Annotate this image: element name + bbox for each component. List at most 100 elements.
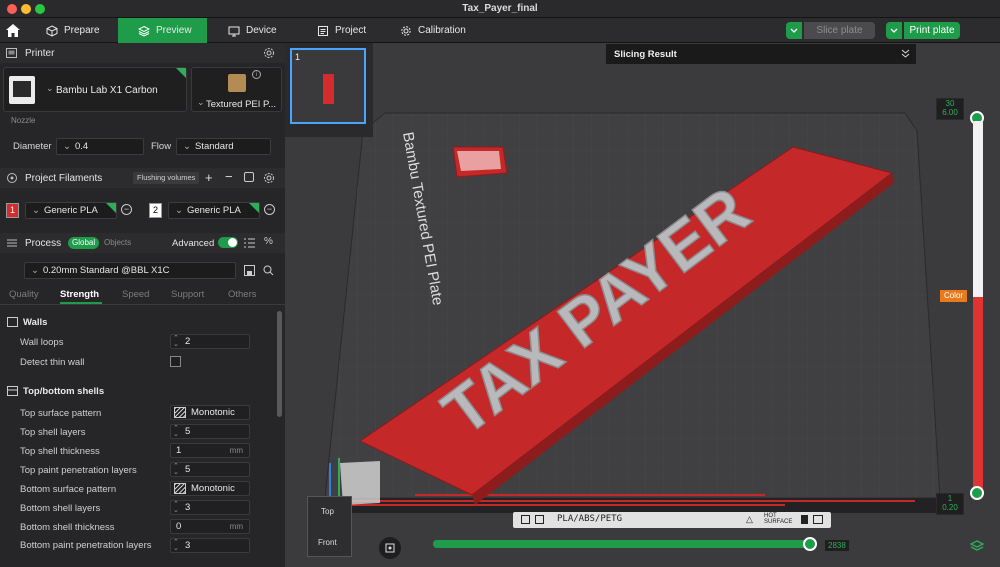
layer-slider-track[interactable]: [973, 121, 983, 497]
plate-number: 1: [295, 52, 301, 62]
shell-row-input[interactable]: Monotonic: [170, 481, 250, 496]
shell-row-input[interactable]: ⌃ ⌄ 3: [170, 538, 250, 553]
wall-loops-input[interactable]: ⌃ ⌄ 2: [170, 334, 250, 349]
printer-name: Bambu Lab X1 Carbon: [56, 85, 158, 96]
home-icon[interactable]: [4, 22, 22, 39]
printer-section-header: Printer: [0, 43, 285, 63]
add-icon[interactable]: +: [205, 170, 213, 185]
tab-speed[interactable]: Speed: [122, 289, 149, 300]
shell-row-input[interactable]: 1 mm: [170, 443, 250, 458]
unit-label: mm: [229, 446, 243, 455]
tab-calibration[interactable]: Calibration: [386, 18, 482, 43]
layers-icon: [138, 25, 150, 37]
layer-top-value: 30: [945, 99, 955, 108]
tab-preview-label: Preview: [156, 25, 192, 36]
filament-select-1[interactable]: ⌄ Generic PLA: [25, 202, 117, 219]
view-top-label[interactable]: Top: [321, 507, 334, 516]
shell-row-input[interactable]: ⌃ ⌄ 3: [170, 500, 250, 515]
slicing-result-header[interactable]: Slicing Result: [606, 44, 916, 64]
tab-device[interactable]: Device: [214, 18, 300, 43]
shell-row-label: Bottom shell layers: [20, 503, 101, 514]
list-icon[interactable]: [244, 238, 255, 248]
cube-icon: [46, 24, 58, 37]
settings-scrollbar[interactable]: [277, 311, 282, 417]
shell-row-input[interactable]: 0 mm: [170, 519, 250, 534]
stepper-icon[interactable]: ⌃ ⌄: [173, 539, 179, 552]
chevron-down-icon: ⌄: [197, 97, 205, 107]
chevron-down-icon: ⌄: [63, 141, 71, 152]
tab-preview[interactable]: Preview: [118, 18, 207, 43]
save-icon[interactable]: [244, 265, 255, 276]
shell-row-label: Bottom shell thickness: [20, 522, 115, 533]
tab-project[interactable]: Project: [303, 18, 383, 43]
slice-plate-button[interactable]: Slice plate: [786, 22, 875, 39]
shell-row-input[interactable]: ⌃ ⌄ 5: [170, 462, 250, 477]
flow-select[interactable]: ⌄ Standard: [176, 138, 271, 155]
printer-selector[interactable]: ⌄ Bambu Lab X1 Carbon: [3, 67, 187, 112]
recenter-icon[interactable]: [379, 537, 401, 559]
filament-color-swatch[interactable]: 2: [149, 203, 162, 218]
plate-list: 1: [285, 43, 373, 137]
shell-row-input[interactable]: ⌃ ⌄ 5: [170, 424, 250, 439]
color-label[interactable]: Color: [940, 290, 967, 302]
percent-icon[interactable]: %: [264, 236, 273, 247]
move-slider-track[interactable]: [433, 540, 813, 548]
remove-circle-icon[interactable]: −: [264, 204, 275, 215]
gear-icon[interactable]: [263, 172, 275, 184]
process-preset-select[interactable]: ⌄ 0.20mm Standard @BBL X1C: [24, 262, 236, 279]
tab-quality[interactable]: Quality: [9, 289, 39, 300]
gear-icon: [401, 25, 411, 36]
info-icon[interactable]: i: [252, 70, 261, 79]
plate-selector[interactable]: i ⌄ Textured PEI P...: [191, 67, 282, 112]
print-plate-button[interactable]: Print plate: [886, 22, 960, 39]
process-section-title: Process: [25, 237, 62, 249]
chevron-double-down-icon[interactable]: [901, 49, 910, 59]
layer-bottom-height: 0.20: [942, 503, 958, 512]
chevron-down-icon: ⌄: [183, 141, 191, 152]
pattern-icon: [174, 407, 186, 418]
tab-support[interactable]: Support: [171, 289, 204, 300]
shell-row-input[interactable]: Monotonic: [170, 405, 250, 420]
gear-icon[interactable]: [263, 47, 275, 59]
filament-select-2[interactable]: ⌄ Generic PLA: [168, 202, 260, 219]
layer-bottom-handle[interactable]: [970, 486, 984, 500]
view-front-label[interactable]: Front: [318, 538, 337, 547]
process-icon: [7, 239, 17, 247]
layers-toggle-icon[interactable]: [969, 539, 985, 556]
filament-color-swatch[interactable]: 1: [6, 203, 19, 218]
remove-circle-icon[interactable]: −: [121, 204, 132, 215]
sync-icon[interactable]: [244, 172, 254, 182]
stepper-icon[interactable]: ⌃ ⌄: [173, 501, 179, 514]
preview-viewport[interactable]: Bambu Textured PEI Plate TAX PAYER 1 Sli…: [285, 43, 1000, 567]
diameter-select[interactable]: ⌄ 0.4: [56, 138, 144, 155]
stepper-icon[interactable]: ⌃ ⌄: [173, 425, 179, 438]
remove-icon[interactable]: −: [225, 169, 233, 184]
global-toggle[interactable]: Global: [68, 237, 100, 249]
tab-others[interactable]: Others: [228, 289, 257, 300]
tab-device-label: Device: [246, 25, 277, 36]
detect-thin-wall-checkbox[interactable]: [170, 356, 181, 367]
layer-bottom-readout: 1 0.20: [936, 493, 964, 515]
chevron-down-icon[interactable]: [886, 22, 902, 39]
move-slider-handle[interactable]: [803, 537, 817, 551]
layer-bottom-value: 1: [947, 494, 953, 503]
chevron-down-icon: ⌄: [32, 205, 40, 216]
window-title: Tax_Payer_final: [462, 3, 538, 14]
move-slider-fill: [433, 540, 813, 548]
build-plate-canvas[interactable]: Bambu Textured PEI Plate TAX PAYER: [285, 43, 1000, 567]
flushing-volumes-button[interactable]: Flushing volumes: [133, 172, 200, 184]
bed-label-bar: PLA/ABS/PETG △ HOT SURFACE: [513, 512, 831, 528]
search-icon[interactable]: [263, 265, 274, 276]
advanced-switch[interactable]: [218, 237, 238, 248]
chevron-down-icon[interactable]: [786, 22, 802, 39]
slicing-result-title: Slicing Result: [614, 48, 677, 60]
plate-thumbnail[interactable]: 1: [290, 48, 366, 124]
stepper-icon[interactable]: ⌃ ⌄: [173, 463, 179, 476]
stepper-icon[interactable]: ⌃ ⌄: [173, 335, 179, 348]
tab-prepare[interactable]: Prepare: [32, 18, 118, 43]
tab-strength[interactable]: Strength: [60, 289, 99, 300]
monitor-icon: [228, 26, 240, 36]
view-cube[interactable]: Top Front: [307, 496, 352, 557]
objects-toggle[interactable]: Objects: [104, 238, 131, 247]
unit-label: mm: [229, 522, 243, 531]
